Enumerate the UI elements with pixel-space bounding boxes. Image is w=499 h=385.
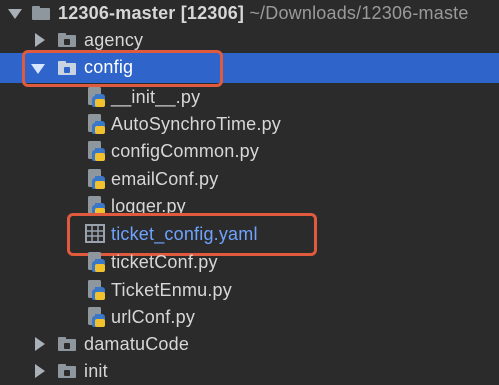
python-file-icon xyxy=(88,141,105,161)
project-module: [12306] xyxy=(180,3,245,23)
file-label: AutoSynchroTime.py xyxy=(111,114,282,134)
file-label: urlConf.py xyxy=(111,307,196,327)
project-folder-icon xyxy=(32,6,50,20)
annotation-box-config xyxy=(22,50,223,87)
file-label: emailConf.py xyxy=(111,169,219,189)
file-label: __init__.py xyxy=(111,87,201,107)
folder-damatucode[interactable]: damatuCode xyxy=(0,330,499,358)
python-file-icon xyxy=(88,280,105,300)
project-root-row[interactable]: 12306-master [12306] ~/Downloads/12306-m… xyxy=(0,0,499,28)
file-autosynchrotime-py[interactable]: AutoSynchroTime.py xyxy=(0,110,499,138)
folder-icon xyxy=(58,364,76,378)
python-file-icon xyxy=(88,169,105,189)
folder-icon xyxy=(58,337,76,351)
project-name: 12306-master xyxy=(58,3,176,23)
folder-init[interactable]: init xyxy=(0,357,499,385)
file-ticketenmu-py[interactable]: TicketEnmu.py xyxy=(0,276,499,304)
file-label: ticketConf.py xyxy=(111,252,218,272)
python-file-icon xyxy=(88,252,105,272)
file-label: configCommon.py xyxy=(111,141,260,161)
chevron-right-icon[interactable] xyxy=(35,364,45,378)
chevron-down-icon[interactable] xyxy=(8,9,22,19)
file-urlconf-py[interactable]: urlConf.py xyxy=(0,303,499,331)
folder-label: agency xyxy=(84,30,144,50)
file-init-py[interactable]: __init__.py xyxy=(0,83,499,111)
folder-label: damatuCode xyxy=(84,334,190,354)
python-file-icon xyxy=(88,87,105,107)
project-path: ~/Downloads/12306-maste xyxy=(249,3,469,23)
python-file-icon xyxy=(88,114,105,134)
chevron-right-icon[interactable] xyxy=(35,33,45,47)
python-file-icon xyxy=(88,307,105,327)
file-configcommon-py[interactable]: configCommon.py xyxy=(0,137,499,165)
folder-label: init xyxy=(84,361,108,381)
file-emailconf-py[interactable]: emailConf.py xyxy=(0,165,499,193)
folder-icon xyxy=(58,33,76,47)
file-ticketconf-py[interactable]: ticketConf.py xyxy=(0,248,499,276)
file-label: TicketEnmu.py xyxy=(111,280,232,300)
chevron-right-icon[interactable] xyxy=(35,337,45,351)
